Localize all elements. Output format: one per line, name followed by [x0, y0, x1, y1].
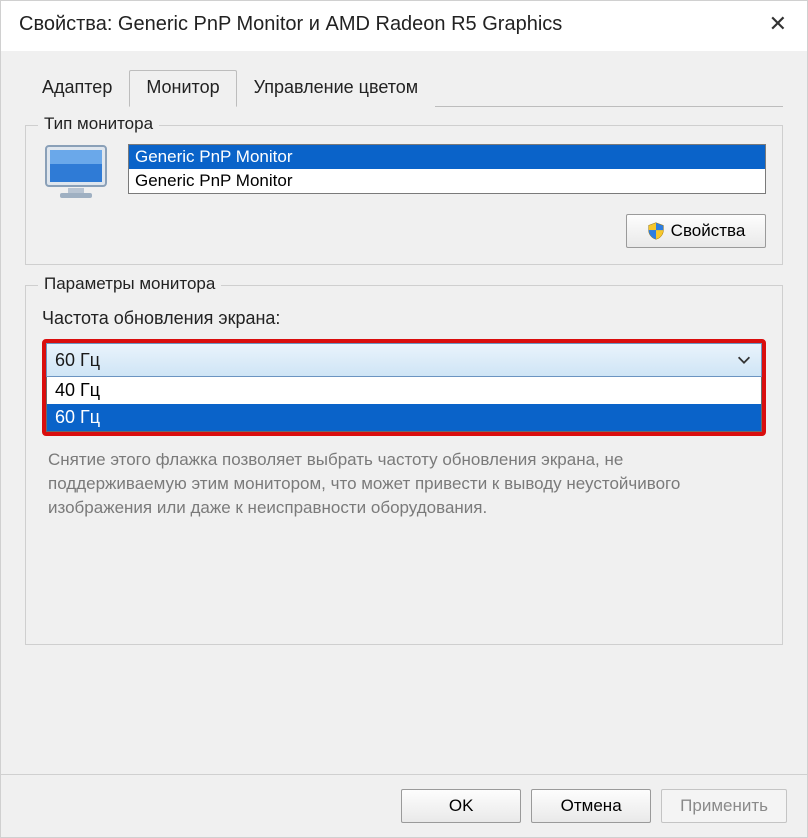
list-item[interactable]: Generic PnP Monitor [129, 145, 765, 169]
refresh-rate-dropdown[interactable]: 40 Гц 60 Гц [46, 377, 762, 432]
dropdown-item[interactable]: 40 Гц [47, 377, 761, 404]
refresh-rate-help: Снятие этого флажка позволяет выбрать ча… [42, 448, 766, 519]
tab-adapter[interactable]: Адаптер [25, 70, 129, 107]
monitor-icon [42, 144, 114, 200]
refresh-rate-value: 60 Гц [55, 350, 735, 371]
monitor-params-title: Параметры монитора [38, 274, 221, 294]
monitor-list[interactable]: Generic PnP Monitor Generic PnP Monitor [128, 144, 766, 194]
dropdown-item[interactable]: 60 Гц [47, 404, 761, 431]
monitor-type-title: Тип монитора [38, 114, 159, 134]
titlebar: Свойства: Generic PnP Monitor и AMD Rade… [1, 1, 807, 51]
properties-button[interactable]: Свойства [626, 214, 766, 248]
chevron-down-icon [735, 351, 753, 369]
close-icon[interactable]: ✕ [763, 11, 793, 37]
cancel-button[interactable]: Отмена [531, 789, 651, 823]
properties-button-label: Свойства [671, 221, 746, 241]
tab-monitor[interactable]: Монитор [129, 70, 236, 107]
monitor-type-group: Тип монитора Generic PnP Monitor Generic… [25, 125, 783, 265]
shield-icon [647, 222, 665, 240]
apply-button[interactable]: Применить [661, 789, 787, 823]
window-title: Свойства: Generic PnP Monitor и AMD Rade… [19, 13, 562, 36]
refresh-rate-label: Частота обновления экрана: [42, 308, 766, 329]
tab-color-management[interactable]: Управление цветом [237, 70, 436, 107]
ok-button[interactable]: OK [401, 789, 521, 823]
refresh-rate-combobox[interactable]: 60 Гц [46, 343, 762, 377]
refresh-rate-highlight: 60 Гц 40 Гц 60 Гц [42, 339, 766, 436]
list-item[interactable]: Generic PnP Monitor [129, 169, 765, 193]
tab-panel-monitor: Тип монитора Generic PnP Monitor Generic… [25, 107, 783, 645]
properties-dialog: Свойства: Generic PnP Monitor и AMD Rade… [0, 0, 808, 838]
monitor-params-group: Параметры монитора Частота обновления эк… [25, 285, 783, 645]
tab-row: Адаптер Монитор Управление цветом [25, 69, 783, 107]
dialog-footer: OK Отмена Применить [1, 774, 807, 837]
